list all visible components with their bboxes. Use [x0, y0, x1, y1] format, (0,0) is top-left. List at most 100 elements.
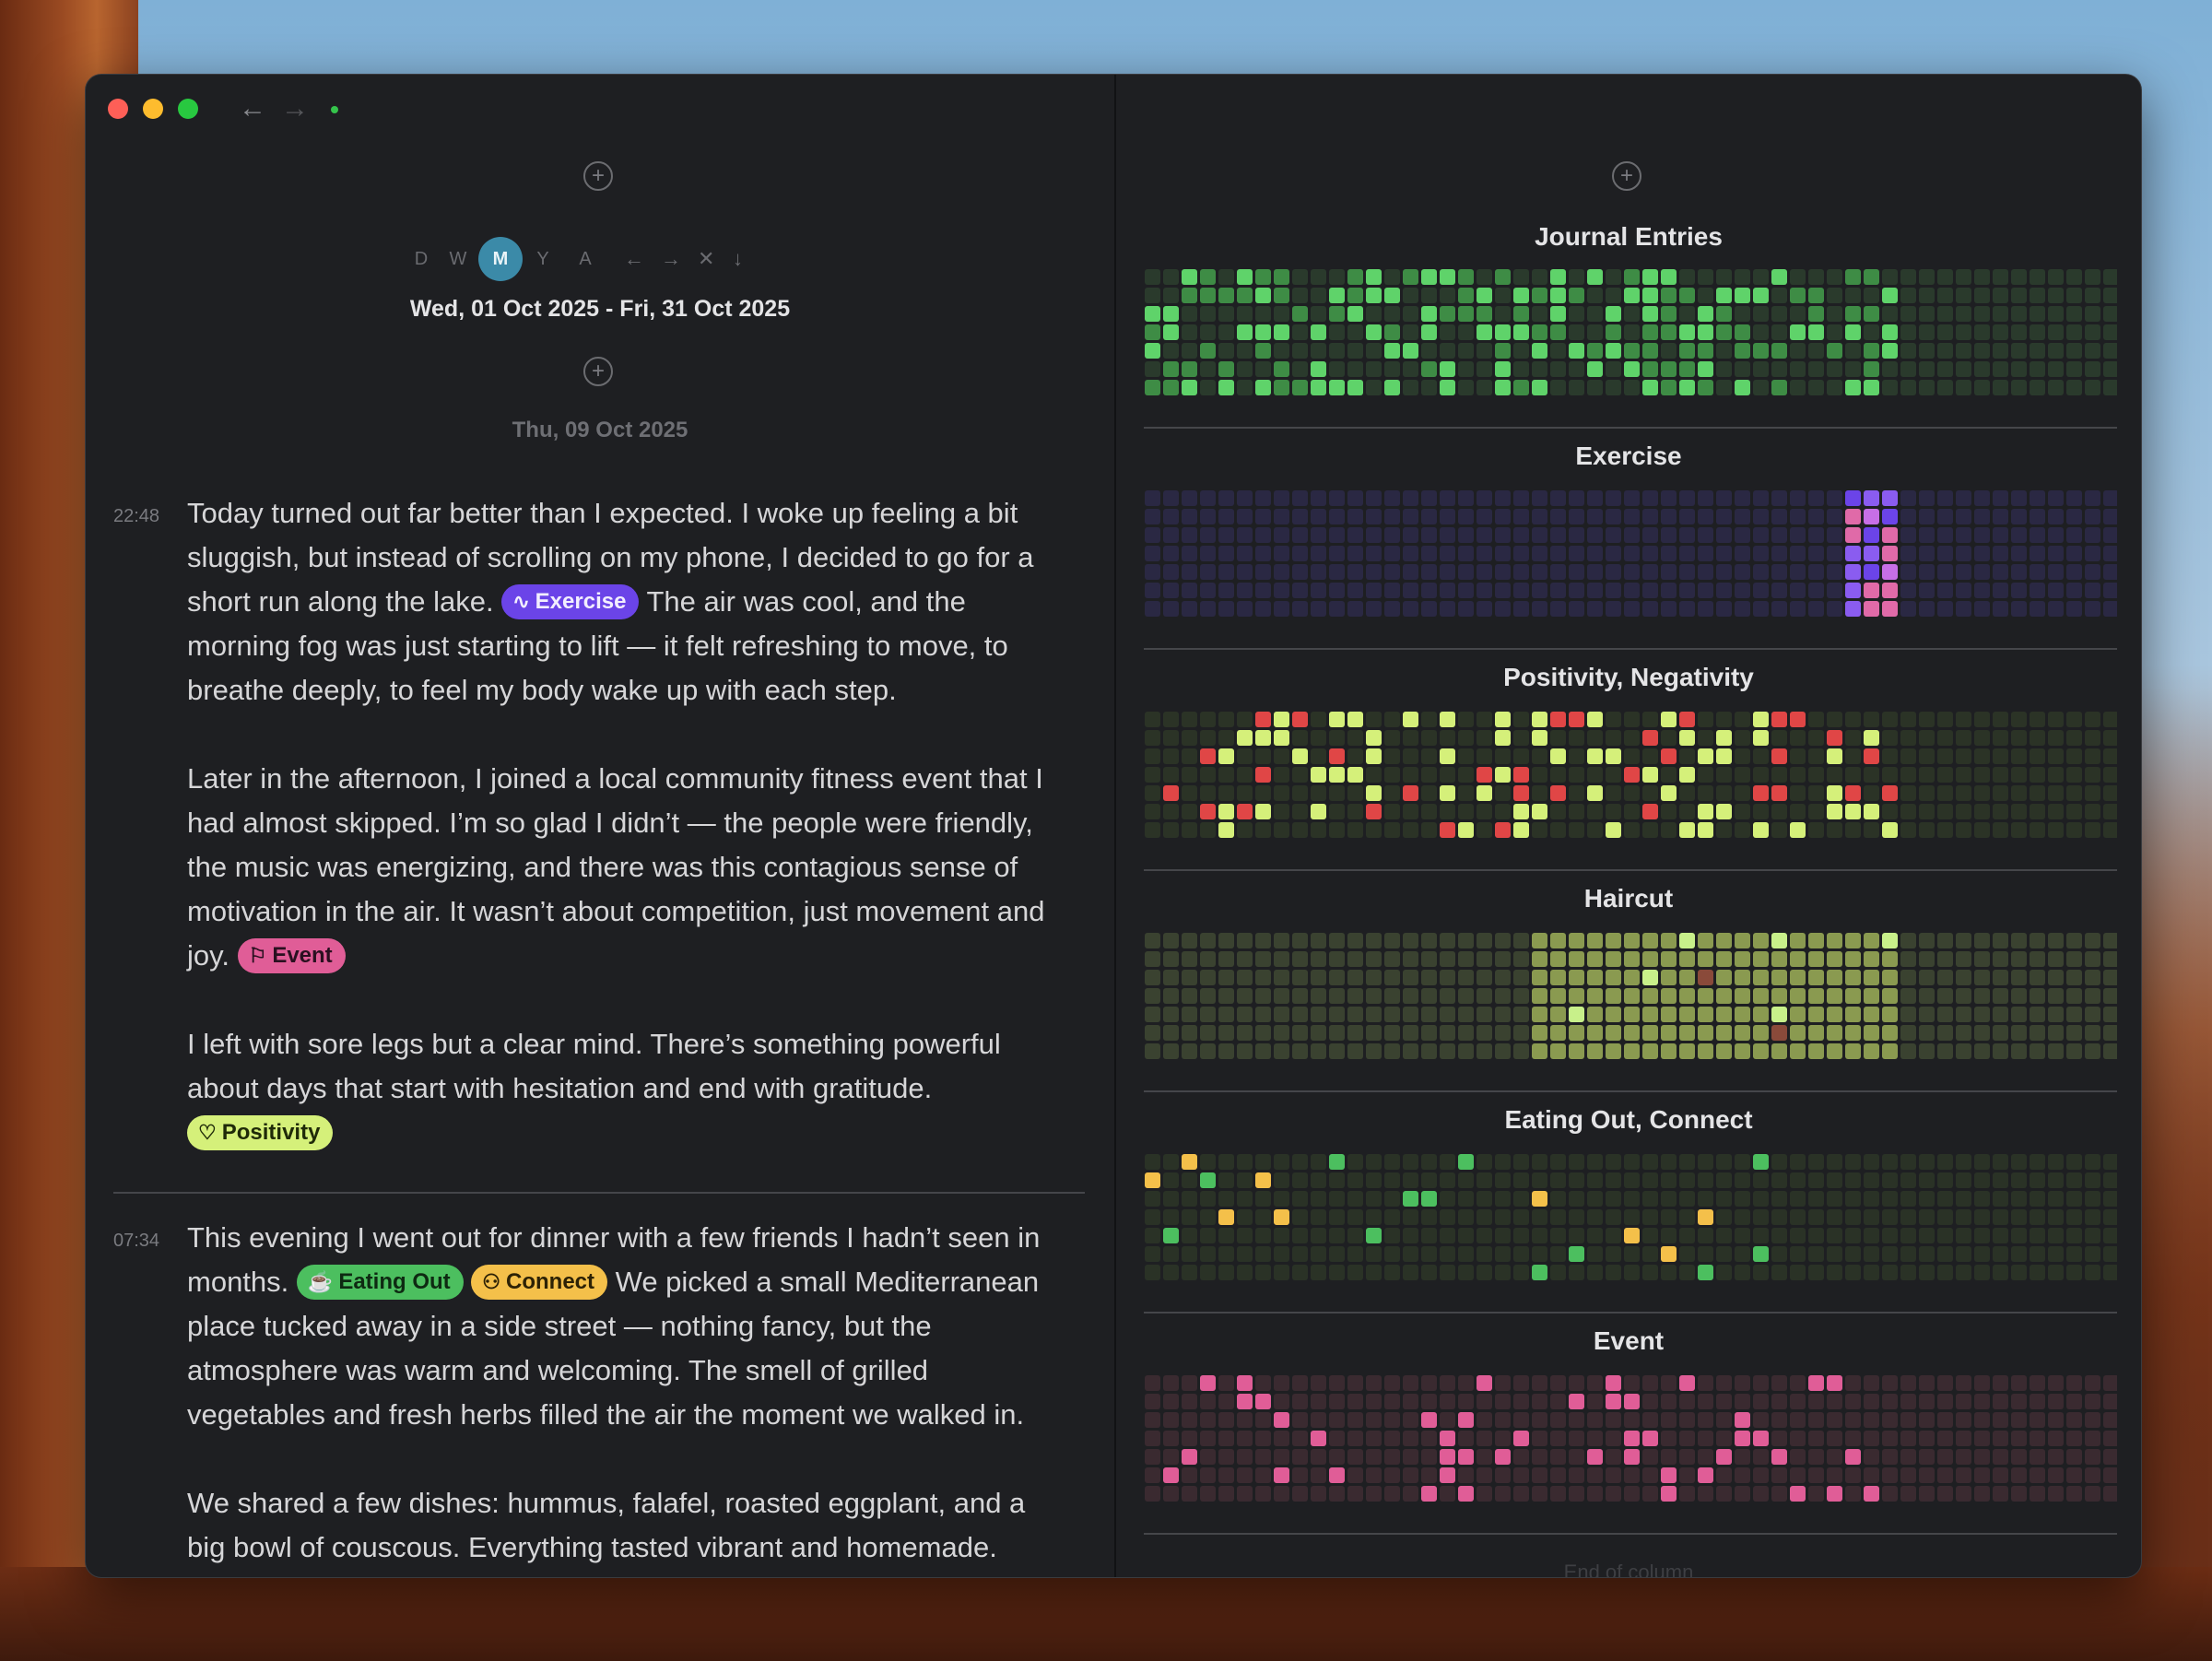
- heatmap-cell[interactable]: [1513, 306, 1529, 322]
- heatmap-cell[interactable]: [1587, 1449, 1603, 1465]
- heatmap-cell[interactable]: [1716, 343, 1732, 359]
- heatmap-cell[interactable]: [1495, 970, 1511, 985]
- heatmap-cell[interactable]: [1864, 1025, 1879, 1041]
- heatmap-cell[interactable]: [1919, 324, 1935, 340]
- heatmap-cell[interactable]: [2030, 1007, 2045, 1022]
- heatmap-cell[interactable]: [1919, 785, 1935, 801]
- heatmap-cell[interactable]: [1532, 1025, 1547, 1041]
- heatmap-cell[interactable]: [1698, 490, 1713, 506]
- heatmap-cell[interactable]: [1735, 988, 1750, 1004]
- heatmap-cell[interactable]: [1753, 822, 1769, 838]
- heatmap-cell[interactable]: [2011, 324, 2027, 340]
- heatmap-cell[interactable]: [1845, 269, 1861, 285]
- heatmap-cell[interactable]: [1440, 343, 1455, 359]
- heatmap-cell[interactable]: [1182, 1154, 1197, 1170]
- heatmap-cell[interactable]: [1163, 1412, 1179, 1428]
- heatmap-cell[interactable]: [1182, 988, 1197, 1004]
- heatmap-cell[interactable]: [1145, 324, 1160, 340]
- heatmap-cell[interactable]: [1569, 343, 1584, 359]
- heatmap-cell[interactable]: [1513, 1394, 1529, 1409]
- heatmap-cell[interactable]: [1513, 748, 1529, 764]
- heatmap-cell[interactable]: [1458, 1154, 1474, 1170]
- heatmap-cell[interactable]: [1606, 1172, 1621, 1188]
- heatmap-cell[interactable]: [1606, 509, 1621, 524]
- heatmap-cell[interactable]: [1218, 527, 1234, 543]
- heatmap-cell[interactable]: [1329, 1449, 1345, 1465]
- heatmap-cell[interactable]: [1458, 343, 1474, 359]
- heatmap-cell[interactable]: [1421, 1394, 1437, 1409]
- heatmap-cell[interactable]: [1624, 1431, 1640, 1446]
- heatmap-cell[interactable]: [1274, 1467, 1289, 1483]
- heatmap-cell[interactable]: [1200, 1154, 1216, 1170]
- heatmap-cell[interactable]: [1495, 748, 1511, 764]
- heatmap-cell[interactable]: [1790, 785, 1806, 801]
- heatmap-cell[interactable]: [1753, 546, 1769, 561]
- heatmap-cell[interactable]: [1329, 767, 1345, 783]
- heatmap-cell[interactable]: [2085, 1228, 2100, 1243]
- heatmap-cell[interactable]: [1587, 583, 1603, 598]
- heatmap-cell[interactable]: [1661, 361, 1677, 377]
- heatmap-cell[interactable]: [1550, 564, 1566, 580]
- heatmap-cell[interactable]: [1808, 748, 1824, 764]
- heatmap-cell[interactable]: [1477, 546, 1492, 561]
- heatmap-cell[interactable]: [1347, 1007, 1363, 1022]
- heatmap-cell[interactable]: [1182, 1025, 1197, 1041]
- heatmap-cell[interactable]: [1661, 269, 1677, 285]
- heatmap-cell[interactable]: [1513, 288, 1529, 303]
- heatmap-cell[interactable]: [1569, 1246, 1584, 1262]
- heatmap-cell[interactable]: [1384, 269, 1400, 285]
- heatmap-cell[interactable]: [1513, 1043, 1529, 1059]
- heatmap-cell[interactable]: [1698, 1228, 1713, 1243]
- heatmap-cell[interactable]: [2048, 970, 2064, 985]
- heatmap-cell[interactable]: [1956, 564, 1971, 580]
- heatmap-cell[interactable]: [1753, 490, 1769, 506]
- heatmap-cell[interactable]: [1587, 748, 1603, 764]
- heatmap-cell[interactable]: [1698, 748, 1713, 764]
- heatmap-cell[interactable]: [1642, 601, 1658, 617]
- heatmap-cell[interactable]: [1403, 306, 1418, 322]
- heatmap-cell[interactable]: [1771, 306, 1787, 322]
- heatmap-cell[interactable]: [1347, 546, 1363, 561]
- heatmap-cell[interactable]: [1679, 601, 1695, 617]
- heatmap-cell[interactable]: [1458, 1209, 1474, 1225]
- heatmap-cell[interactable]: [1311, 1394, 1326, 1409]
- heatmap-cell[interactable]: [1458, 1265, 1474, 1280]
- heatmap-cell[interactable]: [1790, 804, 1806, 819]
- heatmap-cell[interactable]: [1384, 1431, 1400, 1446]
- heatmap-cell[interactable]: [1771, 380, 1787, 395]
- heatmap-cell[interactable]: [1771, 1007, 1787, 1022]
- heatmap-cell[interactable]: [1900, 343, 1916, 359]
- heatmap-cell[interactable]: [1477, 1431, 1492, 1446]
- arrow-right-icon[interactable]: →: [281, 93, 309, 124]
- heatmap-cell[interactable]: [1642, 1375, 1658, 1391]
- heatmap-cell[interactable]: [1532, 343, 1547, 359]
- heatmap-cell[interactable]: [1679, 1375, 1695, 1391]
- heatmap-cell[interactable]: [1513, 933, 1529, 948]
- heatmap-cell[interactable]: [1200, 951, 1216, 967]
- heatmap-cell[interactable]: [1145, 361, 1160, 377]
- heatmap-cell[interactable]: [2011, 1007, 2027, 1022]
- heatmap-cell[interactable]: [1366, 343, 1382, 359]
- heatmap-cell[interactable]: [2066, 1394, 2082, 1409]
- heatmap-cell[interactable]: [1808, 269, 1824, 285]
- heatmap-cell[interactable]: [1771, 730, 1787, 746]
- heatmap-cell[interactable]: [1218, 288, 1234, 303]
- heatmap-cell[interactable]: [1569, 822, 1584, 838]
- heatmap-cell[interactable]: [1347, 804, 1363, 819]
- heatmap-cell[interactable]: [1974, 1467, 1990, 1483]
- heatmap-cell[interactable]: [2066, 933, 2082, 948]
- heatmap-cell[interactable]: [1495, 1265, 1511, 1280]
- heatmap-cell[interactable]: [1421, 988, 1437, 1004]
- heatmap-cell[interactable]: [1624, 951, 1640, 967]
- heatmap-cell[interactable]: [2048, 1486, 2064, 1502]
- heatmap-cell[interactable]: [1274, 970, 1289, 985]
- heatmap-cell[interactable]: [1679, 1431, 1695, 1446]
- heatmap-cell[interactable]: [1771, 288, 1787, 303]
- heatmap-cell[interactable]: [2048, 785, 2064, 801]
- heatmap-cell[interactable]: [1421, 1154, 1437, 1170]
- heatmap-cell[interactable]: [2103, 546, 2117, 561]
- heatmap-cell[interactable]: [1145, 269, 1160, 285]
- heatmap-cell[interactable]: [2048, 1154, 2064, 1170]
- heatmap-cell[interactable]: [1716, 288, 1732, 303]
- heatmap-cell[interactable]: [1384, 767, 1400, 783]
